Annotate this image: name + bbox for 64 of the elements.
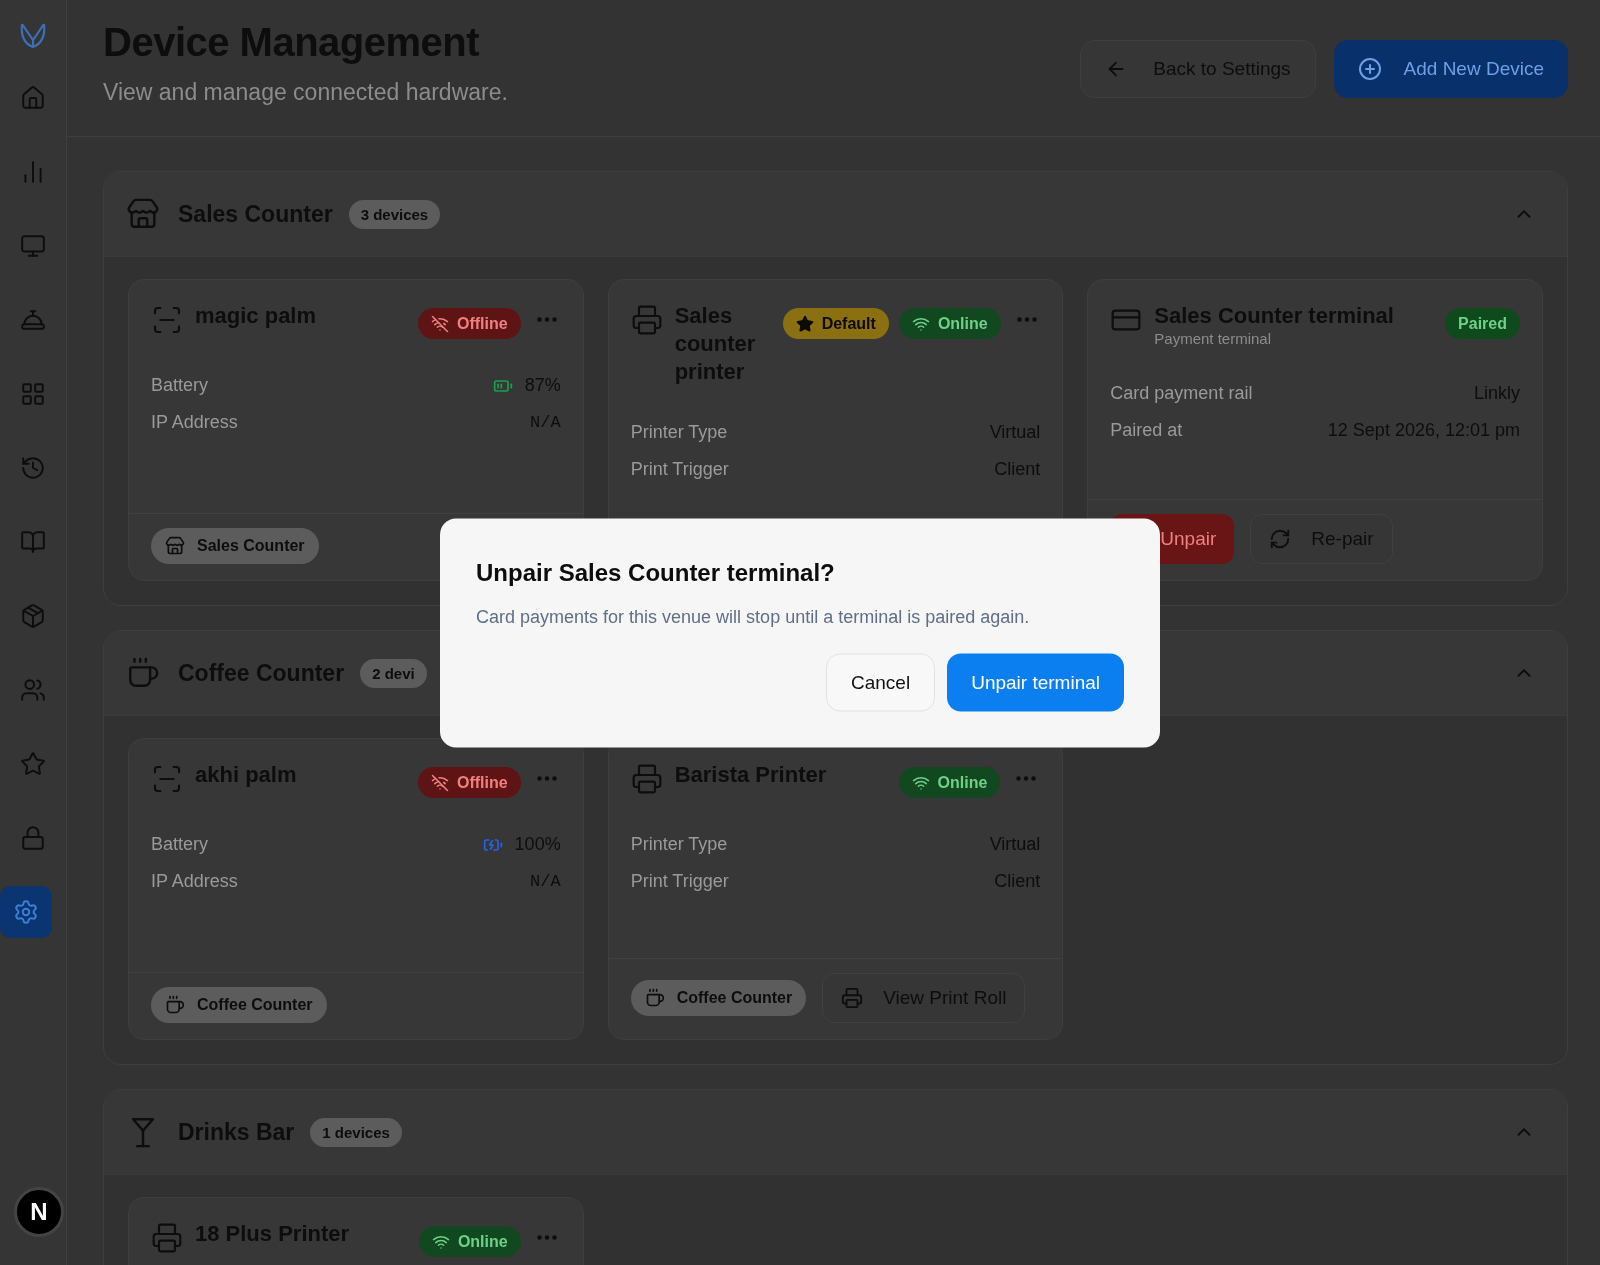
field-label: Card payment rail xyxy=(1110,383,1253,404)
field-label: Print Trigger xyxy=(630,871,729,892)
box-icon xyxy=(20,603,46,629)
printer-icon xyxy=(630,304,663,336)
status-badge: Online xyxy=(418,1226,521,1257)
settings-icon xyxy=(13,899,39,925)
field-label: Battery xyxy=(151,375,209,396)
coffee-cup-icon xyxy=(126,656,160,690)
page-subtitle: View and manage connected hardware. xyxy=(103,79,508,106)
scan-icon xyxy=(151,763,183,795)
dialog-message: Card payments for this venue will stop until a terminal is paired again. xyxy=(476,606,1031,627)
book-icon xyxy=(20,529,46,555)
status-badge: Default xyxy=(782,308,889,339)
store-icon xyxy=(165,536,185,556)
device-count: 1 devices xyxy=(310,1117,402,1147)
ellipsis-icon xyxy=(536,1235,557,1240)
star-icon xyxy=(20,751,46,777)
printer-icon xyxy=(630,763,663,795)
location-chip: Coffee Counter xyxy=(151,987,327,1023)
scan-icon xyxy=(151,304,183,336)
printer-icon xyxy=(841,987,864,1009)
coffee-cup-icon xyxy=(644,988,665,1008)
field-label: Print Trigger xyxy=(630,459,729,480)
grid-icon xyxy=(20,381,46,407)
device-count: 2 devi xyxy=(360,658,427,688)
field-label: IP Address xyxy=(151,871,238,892)
star-icon xyxy=(795,314,814,333)
field-label: Printer Type xyxy=(630,834,728,855)
location-chip: Sales Counter xyxy=(151,528,319,564)
ellipsis-icon xyxy=(1016,776,1037,781)
dev-indicator[interactable]: N xyxy=(14,1187,64,1237)
lock-icon xyxy=(20,825,46,851)
refresh-icon xyxy=(1269,528,1292,550)
field-label: Paired at xyxy=(1110,420,1183,441)
location-chip: Coffee Counter xyxy=(630,980,807,1016)
bell-icon xyxy=(20,307,46,333)
device-type: Payment terminal xyxy=(1154,330,1273,347)
cancel-button[interactable]: Cancel xyxy=(826,653,936,711)
add-device-button[interactable]: Add New Device xyxy=(1333,40,1568,98)
status-badge: Paired xyxy=(1445,308,1520,339)
device-count: 3 devices xyxy=(348,199,441,229)
nav-item[interactable] xyxy=(0,886,52,938)
home-icon xyxy=(20,85,46,111)
status-badge: Online xyxy=(898,767,1001,798)
unpair-terminal-button[interactable]: Unpair terminal xyxy=(947,653,1124,711)
dialog-title: Unpair Sales Counter terminal? xyxy=(476,558,836,586)
coffee-cup-icon xyxy=(165,995,185,1015)
status-badge: Offline xyxy=(418,767,521,798)
wifi-off-icon xyxy=(431,314,449,333)
history-icon xyxy=(20,455,46,481)
monitor-icon xyxy=(20,233,46,259)
ellipsis-icon xyxy=(1016,317,1037,322)
ellipsis-icon xyxy=(536,776,557,781)
printer-icon xyxy=(151,1222,183,1254)
field-label: Battery xyxy=(151,834,209,855)
wifi-off-icon xyxy=(431,773,449,792)
store-icon xyxy=(126,197,160,231)
status-badge: Offline xyxy=(418,308,521,339)
ellipsis-icon xyxy=(536,317,557,322)
status-badge: Online xyxy=(898,308,1001,339)
field-label: IP Address xyxy=(151,412,238,433)
field-label: Printer Type xyxy=(630,422,728,443)
plus-circle-icon xyxy=(1357,57,1382,81)
users-icon xyxy=(20,677,46,703)
